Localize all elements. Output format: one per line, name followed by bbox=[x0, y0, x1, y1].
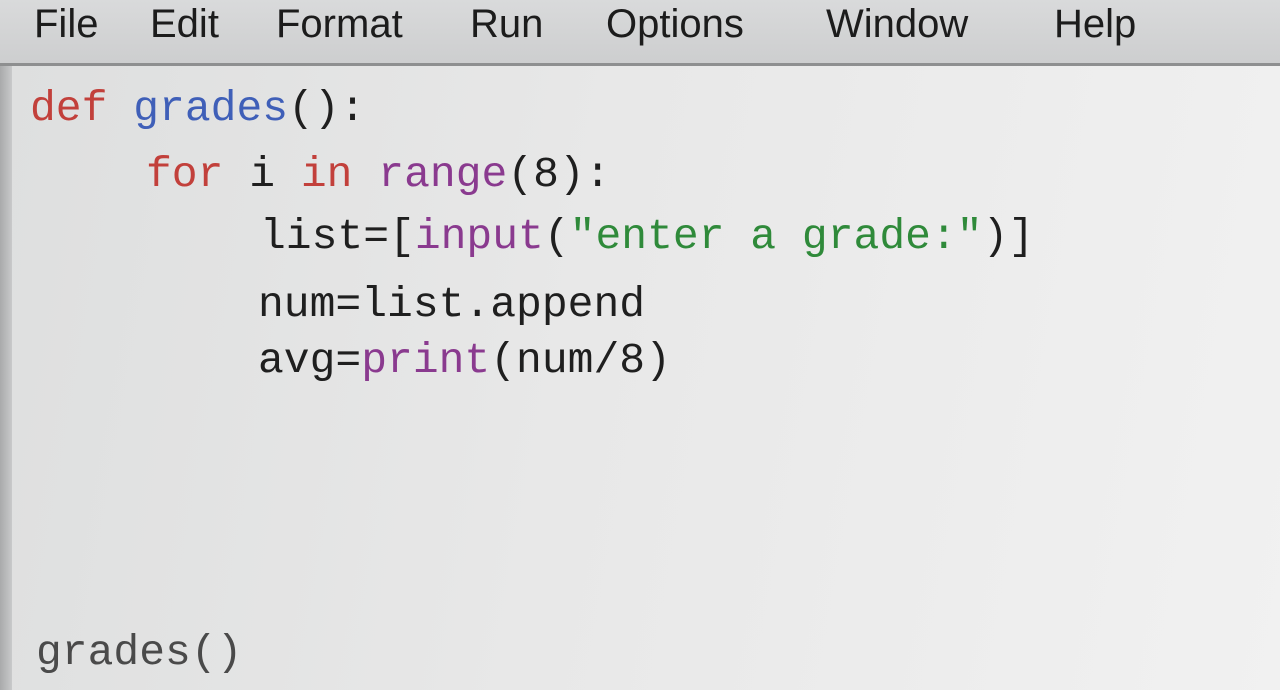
code-line-avg: avg=print(num/8) bbox=[258, 336, 671, 386]
code-line-for: for i in range(8): bbox=[146, 150, 611, 200]
code-line-append: num=list.append bbox=[258, 280, 645, 330]
menu-help[interactable]: Help bbox=[1054, 2, 1136, 47]
keyword-for: for bbox=[146, 150, 224, 199]
code-line-call: grades() bbox=[36, 628, 242, 678]
keyword-in: in bbox=[300, 150, 353, 199]
keyword-def: def bbox=[30, 84, 108, 133]
range-args: (8): bbox=[507, 150, 611, 199]
menu-format[interactable]: Format bbox=[276, 2, 403, 47]
menu-file[interactable]: File bbox=[34, 2, 98, 47]
menu-bar: File Edit Format Run Options Window Help bbox=[0, 0, 1280, 66]
loop-variable: i bbox=[249, 150, 276, 199]
prompt-string: "enter a grade:" bbox=[569, 212, 983, 261]
code-line-list: list=[input("enter a grade:")] bbox=[260, 212, 1034, 262]
window-left-border bbox=[0, 0, 12, 690]
input-close: )] bbox=[982, 212, 1035, 261]
menu-run[interactable]: Run bbox=[470, 2, 543, 47]
list-assign: list=[ bbox=[260, 212, 415, 261]
menu-options[interactable]: Options bbox=[606, 2, 744, 47]
input-open-paren: ( bbox=[543, 212, 570, 261]
def-tail: (): bbox=[288, 84, 366, 133]
menu-edit[interactable]: Edit bbox=[150, 2, 219, 47]
builtin-range: range bbox=[378, 150, 508, 199]
code-line-def: def grades(): bbox=[30, 84, 365, 134]
builtin-print: print bbox=[361, 336, 491, 385]
print-args: (num/8) bbox=[490, 336, 671, 385]
function-name: grades bbox=[133, 84, 289, 133]
function-call: grades() bbox=[36, 628, 243, 677]
code-editor[interactable]: def grades(): for i in range(8): list=[i… bbox=[12, 66, 1280, 690]
builtin-input: input bbox=[414, 212, 544, 261]
append-statement: num=list.append bbox=[258, 280, 646, 329]
avg-assign: avg= bbox=[258, 336, 362, 385]
menu-window[interactable]: Window bbox=[826, 2, 968, 47]
